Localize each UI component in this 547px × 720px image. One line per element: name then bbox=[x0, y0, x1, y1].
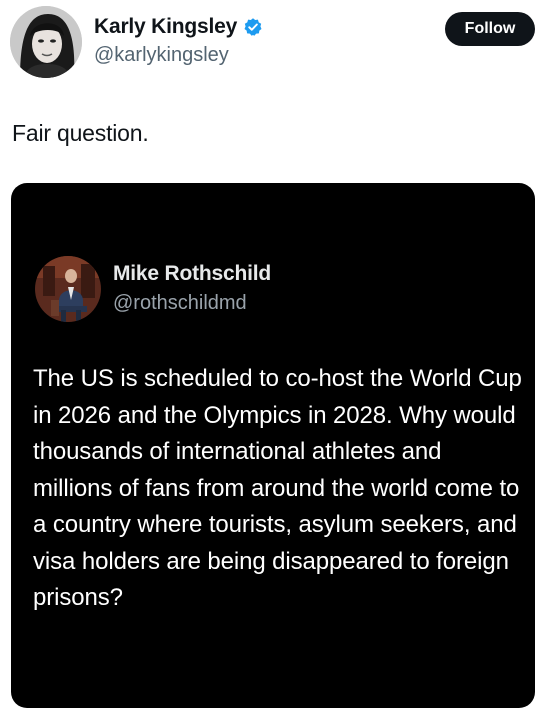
verified-badge-icon bbox=[243, 17, 263, 37]
follow-button[interactable]: Follow bbox=[445, 12, 535, 46]
author-info: Karly Kingsley @karlykingsley bbox=[94, 12, 263, 67]
quoted-tweet-header: Mike Rothschild @rothschildmd bbox=[35, 256, 495, 326]
display-name-row: Karly Kingsley bbox=[94, 12, 263, 42]
author-display-name[interactable]: Karly Kingsley bbox=[94, 15, 237, 39]
tweet-text: Fair question. bbox=[12, 120, 149, 146]
quoted-author-avatar-image bbox=[35, 256, 101, 322]
author-avatar-image bbox=[10, 6, 82, 78]
tweet-card: Karly Kingsley @karlykingsley Follow Fai… bbox=[0, 0, 547, 720]
quoted-tweet-text: The US is scheduled to co-host the World… bbox=[33, 365, 522, 611]
quoted-author-avatar[interactable] bbox=[35, 256, 101, 322]
author-handle[interactable]: @karlykingsley bbox=[94, 44, 263, 67]
author-avatar[interactable] bbox=[10, 6, 82, 78]
quoted-author-display-name[interactable]: Mike Rothschild bbox=[113, 262, 271, 290]
tweet-header: Karly Kingsley @karlykingsley Follow bbox=[10, 6, 537, 80]
quoted-author-info: Mike Rothschild @rothschildmd bbox=[113, 262, 271, 315]
quoted-author-handle[interactable]: @rothschildmd bbox=[113, 292, 271, 315]
quoted-tweet-card[interactable]: Mike Rothschild @rothschildmd The US is … bbox=[11, 183, 535, 708]
